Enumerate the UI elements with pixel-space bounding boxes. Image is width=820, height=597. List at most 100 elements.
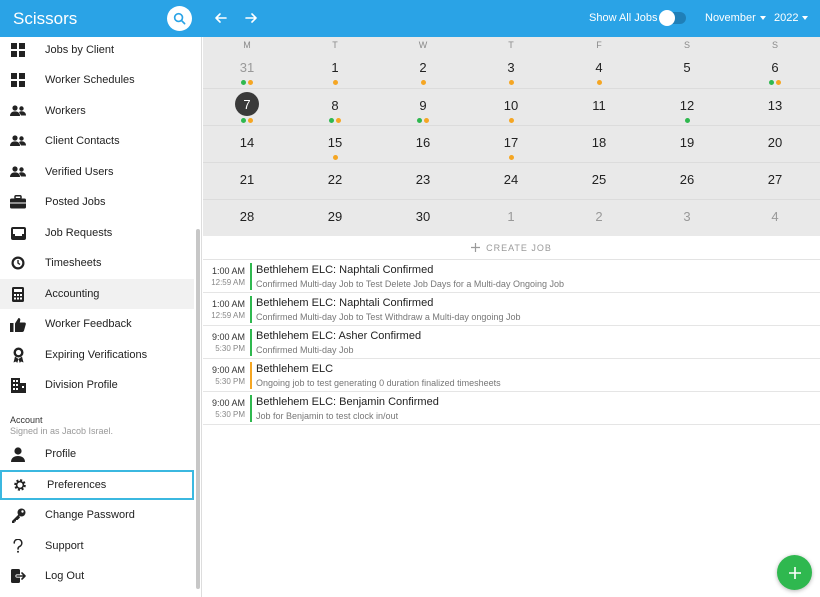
grid-icon	[10, 72, 26, 88]
show-all-jobs-toggle[interactable]	[659, 10, 686, 26]
sidebar-item-label: Jobs by Client	[45, 44, 115, 56]
arrow-left-icon	[215, 13, 227, 23]
sidebar-item-job-requests[interactable]: Job Requests	[0, 218, 194, 248]
job-title: Bethlehem ELC: Asher Confirmed	[256, 330, 422, 342]
sidebar-item-label: Expiring Verifications	[45, 349, 148, 361]
job-start-time: 9:00 AM	[211, 398, 245, 408]
sidebar-item-change-password[interactable]: Change Password	[0, 500, 194, 530]
sidebar-item-jobs-by-client[interactable]: Jobs by Client	[0, 35, 194, 65]
calendar-day-number: 2	[419, 60, 427, 75]
confirmed-job-dot	[417, 118, 422, 123]
calendar-day-number: 12	[679, 98, 695, 113]
sidebar-scrollbar[interactable]	[196, 229, 200, 589]
job-status-bar	[250, 296, 252, 323]
confirmed-job-dot	[241, 80, 246, 85]
calendar-day-number: 11	[592, 98, 606, 113]
weekday-header: M	[243, 40, 251, 50]
calendar-day-number: 4	[595, 60, 603, 75]
pending-job-dot	[248, 118, 253, 123]
calendar-day-number: 8	[331, 98, 339, 113]
sidebar-item-timesheets[interactable]: Timesheets	[0, 248, 194, 278]
sidebar-item-label: Workers	[45, 105, 86, 117]
pending-job-dot	[332, 155, 338, 160]
job-title: Bethlehem ELC: Naphtali Confirmed	[256, 297, 434, 309]
logout-icon	[10, 568, 26, 584]
month-value: November	[705, 12, 756, 24]
calendar-day-number: 21	[239, 172, 255, 187]
job-description: Confirmed Multi-day Job to Test Withdraw…	[256, 312, 521, 322]
next-button[interactable]	[242, 9, 260, 27]
inbox-icon	[10, 225, 26, 241]
search-button[interactable]	[167, 6, 192, 31]
sidebar-item-label: Worker Schedules	[45, 74, 135, 86]
job-title: Bethlehem ELC: Benjamin Confirmed	[256, 396, 439, 408]
sidebar-item-division-profile[interactable]: Division Profile	[0, 370, 194, 400]
sidebar-item-accounting[interactable]: Accounting	[0, 279, 194, 309]
sidebar-item-label: Verified Users	[45, 166, 114, 178]
calendar-day-number: 31	[239, 60, 255, 75]
job-end-time: 5:30 PM	[215, 377, 245, 386]
weekday-header: W	[418, 40, 428, 50]
calendar-day-number: 30	[415, 209, 431, 224]
sidebar-item-posted-jobs[interactable]: Posted Jobs	[0, 187, 194, 217]
people-icon	[10, 164, 26, 180]
calendar-day-number: 5	[683, 60, 691, 75]
job-row[interactable]: 9:00 AM 5:30 PM Bethlehem ELC: Asher Confi…	[203, 326, 820, 359]
sidebar-item-verified-users[interactable]: Verified Users	[0, 157, 194, 187]
calendar-day-number: 20	[767, 135, 783, 150]
job-status-bar	[250, 362, 252, 389]
caret-down-icon	[802, 16, 809, 20]
sidebar-item-label: Change Password	[45, 509, 135, 521]
show-all-jobs-label: Show All Jobs	[589, 12, 658, 24]
job-row[interactable]: 9:00 AM 5:30 PM Bethlehem ELC Ongoing job t…	[203, 359, 820, 392]
job-end-time: 5:30 PM	[215, 344, 245, 353]
sidebar-item-label: Timesheets	[45, 257, 102, 269]
create-job-button[interactable]: CREATE JOB	[203, 236, 820, 260]
key-icon	[10, 507, 26, 523]
calendar-day-number: 28	[239, 209, 255, 224]
pending-job-dot	[332, 80, 338, 85]
sidebar-item-support[interactable]: Support	[0, 531, 194, 561]
sidebar-item-label: Job Requests	[45, 227, 113, 239]
today-marker[interactable]: 7	[235, 92, 259, 116]
calendar-day-number: 9	[419, 98, 427, 113]
job-row[interactable]: 1:00 AM 12:59 AM Bethlehem ELC: Naphtali C…	[203, 293, 820, 326]
previous-button[interactable]	[212, 9, 230, 27]
pending-job-dot	[248, 80, 253, 85]
calendar-day-number: 3	[507, 60, 515, 75]
sidebar-item-preferences[interactable]: Preferences	[0, 470, 194, 500]
top-bar: Scissors Show All Jobs November 2022	[0, 0, 820, 37]
month-calendar: M T W T F S S 31 1 2 3 4 5 6 7 8 9 10 11 12 13 14 15 16 17 18 19 20…	[203, 37, 820, 236]
confirmed-job-dot	[241, 118, 246, 123]
job-row[interactable]: 1:00 AM 12:59 AM Bethlehem ELC: Naphtali C…	[203, 260, 820, 293]
add-button[interactable]	[777, 555, 812, 590]
calendar-day-number: 25	[591, 172, 607, 187]
sidebar-item-log-out[interactable]: Log Out	[0, 561, 194, 591]
calendar-day-number: 13	[767, 98, 783, 113]
sidebar-item-client-contacts[interactable]: Client Contacts	[0, 126, 194, 156]
sidebar-item-worker-schedules[interactable]: Worker Schedules	[0, 65, 194, 95]
year-value: 2022	[774, 12, 799, 24]
calendar-day-number: 15	[327, 135, 343, 150]
job-row[interactable]: 9:00 AM 5:30 PM Bethlehem ELC: Benjamin Co…	[203, 392, 820, 425]
sidebar-item-profile[interactable]: Profile	[0, 439, 194, 469]
calendar-day-number: 16	[415, 135, 431, 150]
calendar-day-number: 17	[503, 135, 519, 150]
calendar-day-number: 18	[591, 135, 607, 150]
calendar-day-number: 23	[415, 172, 431, 187]
job-title: Bethlehem ELC	[256, 363, 334, 375]
toggle-knob	[659, 10, 675, 26]
calendar-day-number: 3	[683, 209, 691, 224]
sidebar-item-workers[interactable]: Workers	[0, 96, 194, 126]
year-select[interactable]: 2022	[774, 12, 809, 24]
calendar-day-number: 2	[595, 209, 603, 224]
month-select[interactable]: November	[705, 12, 766, 24]
pending-job-dot	[508, 118, 514, 123]
sidebar-item-expiring-verifications[interactable]: Expiring Verifications	[0, 340, 194, 370]
confirmed-job-dot	[684, 118, 690, 123]
pending-job-dot	[424, 118, 429, 123]
sidebar-item-worker-feedback[interactable]: Worker Feedback	[0, 309, 194, 339]
app-title: Scissors	[13, 9, 78, 28]
arrow-right-icon	[245, 13, 257, 23]
job-start-time: 1:00 AM	[211, 299, 245, 309]
